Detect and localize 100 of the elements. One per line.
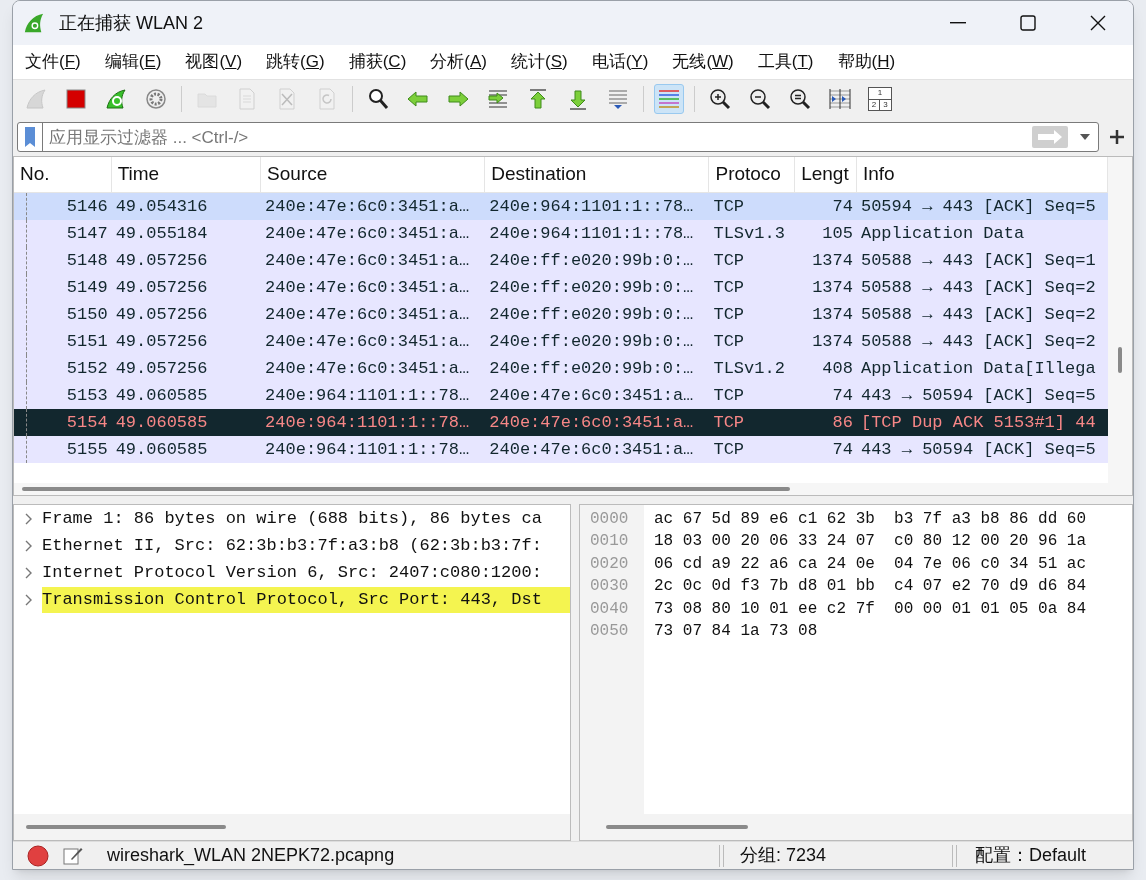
packet-row[interactable]: 5152 49.057256 240e:47e:6c0:3451:a… 240e:ff:e020:99b:0:… TLSv1.2 408 Application Data[Illega [14, 355, 1108, 383]
window-title: 正在捕获 WLAN 2 [59, 11, 204, 35]
table-cell-text: 49.057256 [114, 249, 209, 272]
table-cell-text: 49.057256 [114, 357, 209, 380]
packet-row[interactable]: 5155 49.060585 240e:964:1101:1::78… 240e:47e:6c0:3451:a… TCP 74 443 → 50594 [ACK] Seq=5 [14, 436, 1108, 464]
packet-row[interactable]: 5154 49.060585 240e:964:1101:1::78… 240e:47e:6c0:3451:a… TCP 86 [TCP Dup ACK 5153#1] 44 [14, 409, 1108, 437]
packet-row[interactable]: 5148 49.057256 240e:47e:6c0:3451:a… 240e:ff:e020:99b:0:… TCP 1374 50588 → 443 [ACK] Seq=1 [14, 247, 1108, 275]
menu-item[interactable]: 编辑(E) [92, 46, 174, 77]
table-cell-text: 74 [831, 195, 854, 218]
shark-fin-icon [23, 12, 45, 34]
filter-input[interactable]: 应用显示过滤器 ... <Ctrl-/> [49, 124, 1032, 151]
menu-item[interactable]: 分析(A) [418, 46, 499, 77]
scrollbar-thumb[interactable] [606, 825, 748, 829]
column-header[interactable]: Destination [485, 157, 710, 193]
table-cell-text: 240e:ff:e020:99b:0:… [488, 276, 695, 299]
capture-file-name: wireshark_WLAN 2NEPK72.pcapng [107, 844, 396, 868]
table-cell-text: 240e:ff:e020:99b:0:… [488, 249, 695, 272]
table-cell-text: 5146 [65, 195, 109, 218]
table-cell-text: 240e:47e:6c0:3451:a… [264, 249, 471, 272]
table-cell-text: 240e:47e:6c0:3451:a… [264, 195, 471, 218]
zoom-in-icon [708, 87, 732, 112]
plus-icon [1110, 130, 1124, 145]
columns-icon [828, 87, 852, 112]
table-cell-text: 86 [831, 411, 854, 434]
table-cell-text: 240e:47e:6c0:3451:a… [488, 438, 695, 461]
column-header[interactable]: Protoco [709, 157, 796, 193]
table-cell-text: 240e:964:1101:1::78… [264, 384, 471, 407]
table-cell-text: TLSv1.3 [712, 222, 786, 245]
menu-item[interactable]: 捕获(C) [336, 46, 419, 77]
table-cell-text: 50588 → 443 [ACK] Seq=1 [859, 249, 1097, 272]
menu-item[interactable]: 文件(F) [13, 46, 93, 77]
gear-icon [144, 87, 168, 112]
chevron-right-icon [23, 567, 33, 580]
menu-item[interactable]: 统计(S) [499, 46, 580, 77]
byte-offset: 0000 [589, 508, 630, 530]
close-icon [1090, 15, 1106, 31]
lines-down-icon [606, 87, 630, 112]
caret-down-icon [1080, 134, 1090, 141]
hex-bytes: 2c 0c 0d f3 7b d8 01 bb c4 07 e2 70 d9 d6 84 [654, 576, 1088, 597]
table-cell-text: 49.057256 [114, 276, 209, 299]
table-cell-text: 240e:ff:e020:99b:0:… [488, 303, 695, 326]
scrollbar-thumb[interactable] [26, 825, 226, 829]
tree-item[interactable]: Ethernet II, Src: 62:3b:b3:7f:a3:b8 (62:3b:b3:7f: [14, 532, 570, 560]
chevron-right-icon [23, 540, 33, 553]
table-cell-text: 50588 → 443 [ACK] Seq=2 [859, 303, 1097, 326]
tree-item[interactable]: Internet Protocol Version 6, Src: 2407:c080:1200: [14, 559, 570, 587]
menu-item[interactable]: 工具(T) [745, 46, 826, 77]
shark-fin-icon [24, 87, 48, 112]
table-cell-text: 74 [831, 384, 854, 407]
menu-item[interactable]: 跳转(G) [254, 46, 337, 77]
search-icon [366, 87, 390, 112]
table-cell-text: 5153 [65, 384, 109, 407]
table-cell-text: 5147 [65, 222, 109, 245]
tree-item-label: Ethernet II, Src: 62:3b:b3:7f:a3:b8 (62:3b:b3:7f: [42, 535, 543, 558]
table-cell-text: 49.060585 [114, 384, 209, 407]
column-header[interactable]: Time [111, 157, 262, 193]
packet-row[interactable]: 5149 49.057256 240e:47e:6c0:3451:a… 240e:ff:e020:99b:0:… TCP 1374 50588 → 443 [ACK] Seq=2 [14, 274, 1108, 302]
menu-item[interactable]: 帮助(H) [825, 46, 908, 77]
packet-row[interactable]: 5147 49.055184 240e:47e:6c0:3451:a… 240e:964:1101:1::78… TLSv1.3 105 Application Data [14, 220, 1108, 248]
packet-row[interactable]: 5146 49.054316 240e:47e:6c0:3451:a… 240e:964:1101:1::78… TCP 74 50594 → 443 [ACK] Seq=5 [14, 193, 1108, 221]
column-header[interactable]: Lengt [795, 157, 857, 193]
scrollbar-thumb[interactable] [1118, 347, 1122, 374]
packet-row[interactable]: 5151 49.057256 240e:47e:6c0:3451:a… 240e:ff:e020:99b:0:… TCP 1374 50588 → 443 [ACK] Seq=2 [14, 328, 1108, 356]
shark-fin-refresh-icon [104, 87, 128, 112]
table-cell-text: TCP [712, 276, 746, 299]
right-arrow-icon [1037, 130, 1063, 145]
stop-icon [64, 87, 88, 112]
table-cell-text: 74 [831, 438, 854, 461]
hex-bytes: ac 67 5d 89 e6 c1 62 3b b3 7f a3 b8 86 dd 60 [654, 508, 1088, 530]
hex-bytes: 73 08 80 10 01 ee c2 7f 00 00 01 01 05 0a 84 [654, 598, 1088, 620]
table-cell-text: 5148 [65, 249, 109, 272]
table-cell-text: 240e:ff:e020:99b:0:… [488, 330, 695, 353]
menu-item[interactable]: 视图(V) [173, 46, 255, 77]
table-cell-text: 5151 [65, 330, 109, 353]
scrollbar-thumb[interactable] [22, 486, 790, 491]
tree-item-label: Internet Protocol Version 6, Src: 2407:c080:1200: [42, 562, 543, 585]
zoom-out-icon [748, 87, 772, 112]
menu-item[interactable]: 电话(Y) [579, 46, 661, 77]
table-cell-text: TCP [712, 330, 746, 353]
table-cell-text: [TCP Dup ACK 5153#1] 44 [859, 411, 1097, 434]
byte-offset: 0030 [589, 576, 630, 597]
byte-offset: 0040 [589, 598, 630, 620]
table-cell-text: Application Data [859, 222, 1026, 245]
table-cell-text: TCP [712, 249, 746, 272]
column-header[interactable]: Source [261, 157, 486, 193]
packet-row[interactable]: 5150 49.057256 240e:47e:6c0:3451:a… 240e:ff:e020:99b:0:… TCP 1374 50588 → 443 [ACK] Seq=2 [14, 301, 1108, 329]
table-cell-text: 50588 → 443 [ACK] Seq=2 [859, 276, 1097, 299]
byte-offset: 0010 [589, 531, 630, 552]
table-cell-text: 49.055184 [114, 222, 209, 245]
filter-field[interactable]: 应用显示过滤器 ... <Ctrl-/> [17, 122, 1099, 153]
table-cell-text: 105 [821, 222, 854, 245]
menu-item[interactable]: 无线(W) [660, 46, 746, 77]
column-header[interactable]: No. [14, 157, 112, 193]
packet-row[interactable]: 5153 49.060585 240e:964:1101:1::78… 240e:47e:6c0:3451:a… TCP 74 443 → 50594 [ACK] Seq=5 [14, 382, 1108, 410]
table-cell-text: 50588 → 443 [ACK] Seq=2 [859, 330, 1097, 353]
tree-item[interactable]: Frame 1: 86 bytes on wire (688 bits), 86 bytes ca [14, 505, 570, 533]
table-cell-text: TCP [712, 411, 746, 434]
table-cell-text: 1374 [811, 249, 854, 272]
table-cell-text: TCP [712, 384, 746, 407]
table-cell-text: 240e:964:1101:1::78… [488, 195, 695, 218]
